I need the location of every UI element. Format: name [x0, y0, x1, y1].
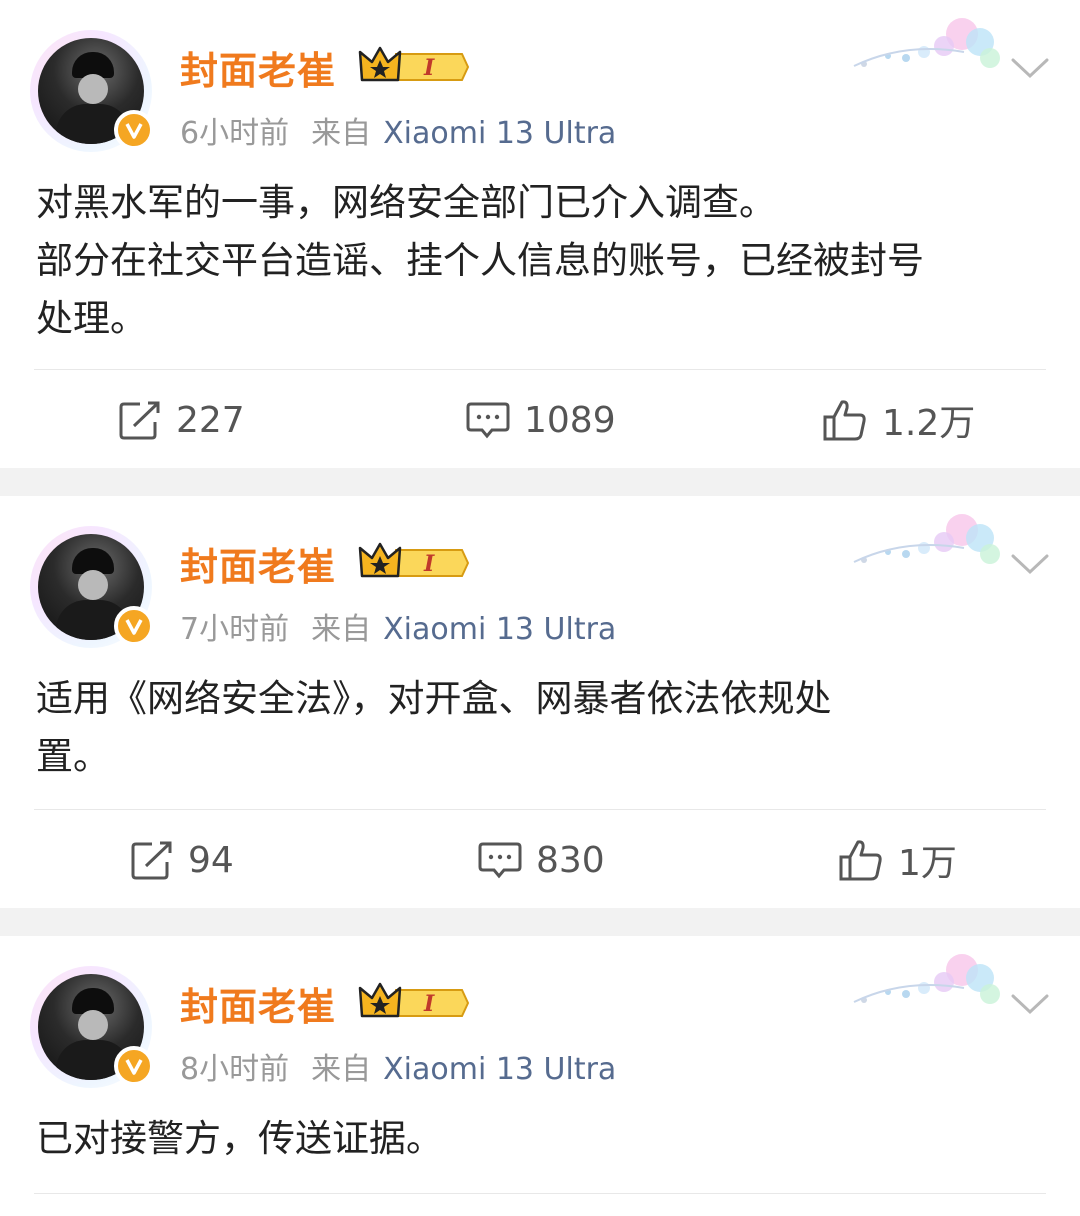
device-name[interactable]: Xiaomi 13 Ultra — [383, 612, 616, 647]
post-time: 7小时前 — [180, 612, 290, 647]
chevron-down-icon[interactable] — [1010, 552, 1050, 576]
comment-icon — [478, 842, 522, 879]
post-meta: 8小时前 来自 Xiaomi 13 Ultra — [180, 1044, 616, 1088]
source-prefix: 来自 — [311, 116, 372, 151]
thumbs-up-icon — [823, 400, 866, 441]
comment-button[interactable]: 1089 — [466, 380, 616, 460]
post-text: 适用《网络安全法》，对开盒、网暴者依法依规处 置。 — [36, 677, 832, 778]
post-time: 8小时前 — [180, 1052, 290, 1087]
weibo-feed: 封面老崔 I 6小时前 来自 Xiaomi 13 Ultra 对黑水军的一事，网络安… — [0, 0, 1080, 1216]
post-meta: 7小时前 来自 Xiaomi 13 Ultra — [180, 604, 616, 648]
source-prefix: 来自 — [311, 612, 372, 647]
avatar[interactable] — [30, 526, 154, 648]
like-button[interactable]: 1.2万 — [822, 380, 975, 460]
device-name[interactable]: Xiaomi 13 Ultra — [383, 1052, 616, 1087]
username[interactable]: 封面老崔 — [180, 40, 336, 95]
chevron-down-icon[interactable] — [1010, 56, 1050, 80]
like-button[interactable]: 1万 — [838, 820, 957, 900]
chevron-down-icon[interactable] — [1010, 992, 1050, 1016]
repost-icon — [131, 841, 172, 880]
svg-text:I: I — [423, 55, 435, 81]
decoration-flourish — [853, 18, 1000, 68]
post-card: 封面老崔 I 8小时前 来自 Xiaomi 13 Ultra 已对接警方，传送证据。 — [0, 936, 1080, 1216]
action-bar: 227 1089 1.2万 — [0, 380, 1080, 460]
comment-icon — [466, 402, 510, 439]
post-meta: 6小时前 来自 Xiaomi 13 Ultra — [180, 108, 616, 152]
crown-member-icon[interactable]: I — [358, 540, 470, 586]
username[interactable]: 封面老崔 — [180, 536, 336, 591]
verified-v-icon — [114, 110, 154, 150]
svg-text:I: I — [423, 551, 435, 577]
verified-v-icon — [114, 1046, 154, 1086]
divider — [34, 809, 1046, 810]
decoration-flourish — [853, 514, 1000, 564]
post-text: 已对接警方，传送证据。 — [36, 1117, 443, 1160]
username[interactable]: 封面老崔 — [180, 976, 336, 1031]
verified-v-icon — [114, 606, 154, 646]
post-card: 封面老崔 I 7小时前 来自 Xiaomi 13 Ultra 适用《网络安全法》，对… — [0, 496, 1080, 908]
action-bar: 94 830 1万 — [0, 820, 1080, 900]
post-card: 封面老崔 I 6小时前 来自 Xiaomi 13 Ultra 对黑水军的一事，网络安… — [0, 0, 1080, 468]
post-text: 对黑水军的一事，网络安全部门已介入调查。 部分在社交平台造谣、挂个人信息的账号，… — [36, 181, 924, 340]
source-prefix: 来自 — [311, 1052, 372, 1087]
thumbs-up-icon — [839, 840, 882, 881]
crown-member-icon[interactable]: I — [358, 980, 470, 1026]
divider — [34, 1193, 1046, 1194]
device-name[interactable]: Xiaomi 13 Ultra — [383, 116, 616, 151]
comment-button[interactable]: 830 — [478, 820, 605, 900]
avatar[interactable] — [30, 966, 154, 1088]
svg-text:I: I — [423, 991, 435, 1017]
decoration-flourish — [853, 954, 1000, 1004]
repost-icon — [119, 401, 160, 440]
divider — [34, 369, 1046, 370]
avatar[interactable] — [30, 30, 154, 152]
repost-button[interactable]: 227 — [118, 380, 245, 460]
crown-member-icon[interactable]: I — [358, 44, 470, 90]
post-time: 6小时前 — [180, 116, 290, 151]
repost-button[interactable]: 94 — [130, 820, 234, 900]
